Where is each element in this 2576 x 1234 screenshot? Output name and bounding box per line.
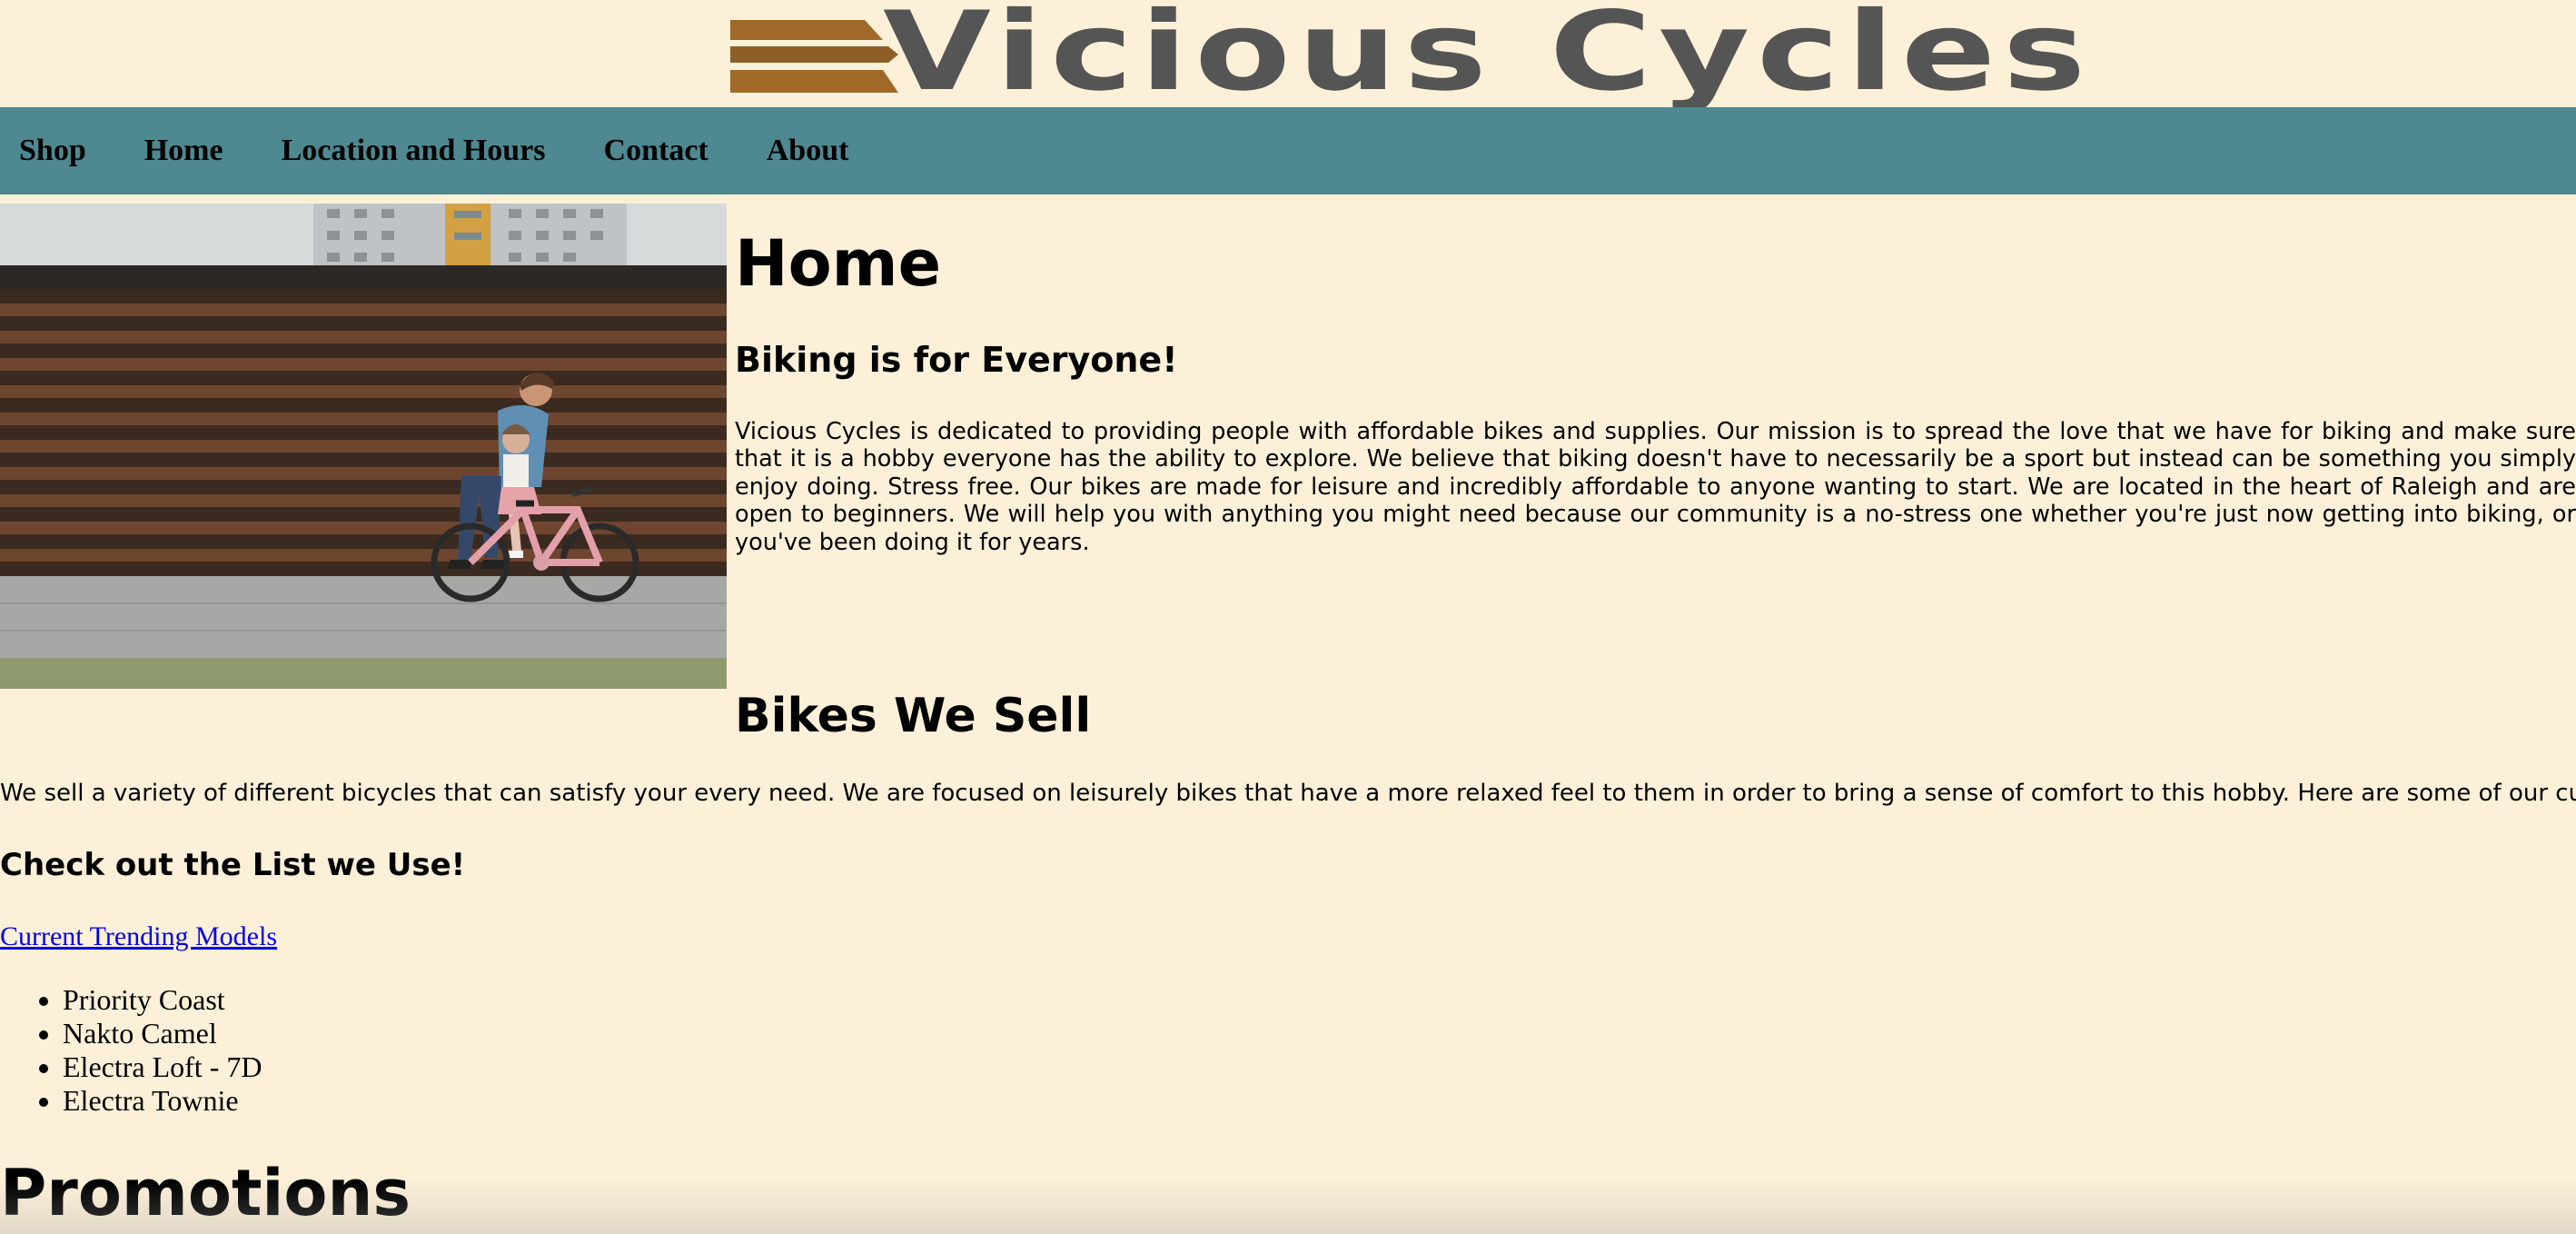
page: Vicious Cycles Shop Home Location and Ho… <box>0 0 2576 1234</box>
logo-stripes-icon <box>730 20 898 93</box>
nav-item-shop[interactable]: Shop <box>19 134 86 168</box>
bikes-paragraph: We sell a variety of different bicycles … <box>0 780 2576 807</box>
nav-item-about[interactable]: About <box>767 134 849 168</box>
promotions-title: Promotions <box>0 1156 411 1230</box>
bikes-section-title: Bikes We Sell <box>735 689 1092 743</box>
list-item: Priority Coast <box>63 983 262 1017</box>
nav-item-location-and-hours[interactable]: Location and Hours <box>282 134 546 168</box>
models-list: Priority Coast Nakto Camel Electra Loft … <box>0 983 262 1118</box>
hero-image <box>0 204 727 689</box>
list-item: Nakto Camel <box>63 1017 262 1050</box>
home-subtitle: Biking is for Everyone! <box>735 340 1178 380</box>
main-nav: Shop Home Location and Hours Contact Abo… <box>0 107 2576 194</box>
current-trending-models-link[interactable]: Current Trending Models <box>0 921 277 952</box>
site-logo[interactable]: Vicious Cycles <box>730 0 2086 113</box>
hero-photo <box>0 204 727 689</box>
logo-text: Vicious Cycles <box>883 0 2093 115</box>
list-heading: Check out the List we Use! <box>0 847 466 883</box>
nav-item-contact[interactable]: Contact <box>604 134 708 168</box>
list-item: Electra Loft - 7D <box>63 1050 262 1084</box>
list-item: Electra Townie <box>63 1084 262 1118</box>
page-title: Home <box>735 226 942 301</box>
home-paragraph: Vicious Cycles is dedicated to providing… <box>735 418 2576 556</box>
nav-item-home[interactable]: Home <box>144 134 223 168</box>
site-header: Vicious Cycles <box>0 0 2576 113</box>
